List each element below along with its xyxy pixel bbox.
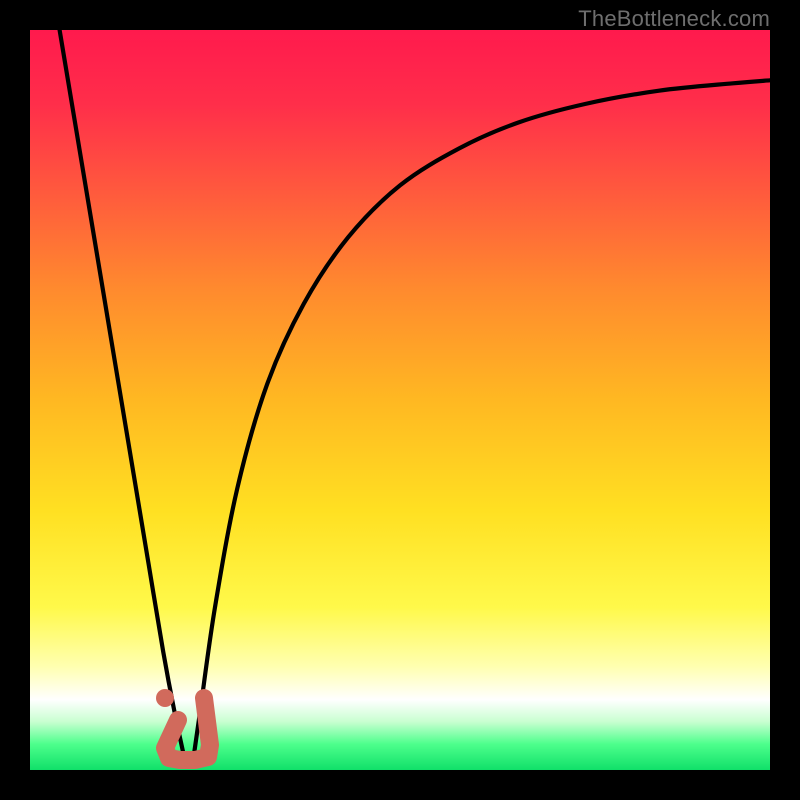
series-left-arm xyxy=(60,30,186,763)
marker-dot xyxy=(156,689,174,707)
series-right-arm xyxy=(193,80,770,762)
plot-area xyxy=(30,30,770,770)
curves-layer xyxy=(30,30,770,770)
chart-frame: TheBottleneck.com xyxy=(0,0,800,800)
watermark-text: TheBottleneck.com xyxy=(578,6,770,32)
